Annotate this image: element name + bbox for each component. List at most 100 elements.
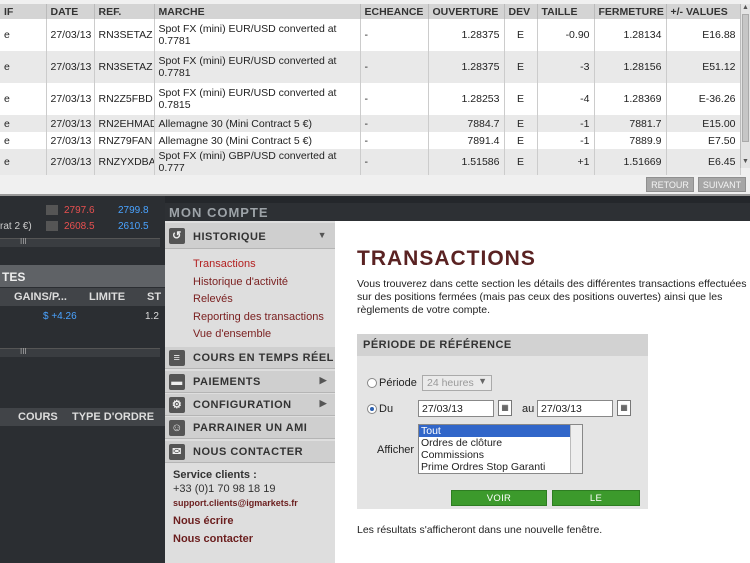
table-row[interactable]: e 27/03/13 RNZ79FAN Allemagne 30 (Mini Cont… — [0, 132, 741, 149]
periode-radio[interactable] — [367, 378, 377, 388]
sidebar-item-historique[interactable]: ↺ HISTORIQUE ▼ — [165, 223, 335, 249]
column-header-ouverture[interactable]: OUVERTURE — [428, 4, 505, 19]
cell-ouverture: 1.28375 — [428, 51, 505, 83]
voir-historique-button[interactable]: VOIR L'HISTORIQUE — [451, 490, 547, 520]
cell-values: E15.00 — [666, 115, 741, 132]
nous-ecrire-link[interactable]: Nous écrire — [173, 515, 234, 527]
column-header-dev[interactable]: DEV — [504, 4, 538, 19]
phone-number: +33 (0)1 70 98 18 19 — [173, 483, 276, 495]
column-header[interactable]: COURS — [18, 411, 58, 423]
table-header-row: IF DATE REF. MARCHE ECHEANCE OUVERTURE D… — [0, 4, 741, 19]
afficher-listbox[interactable]: Tout Ordres de clôture Commissions Prime… — [418, 424, 583, 474]
column-header[interactable]: TYPE D'ORDRE — [72, 411, 154, 423]
cell-echeance: - — [360, 83, 429, 115]
cell-if: e — [0, 132, 47, 149]
column-header[interactable]: LIMITE — [89, 291, 125, 303]
cell-ref: RNZYXDBA — [94, 149, 155, 175]
date-from-input[interactable]: 27/03/13 — [418, 400, 494, 417]
cell-marche: Allemagne 30 (Mini Contract 5 €) — [154, 115, 361, 132]
cell-date: 27/03/13 — [46, 83, 95, 115]
scroll-down-icon[interactable]: ▼ — [741, 158, 750, 165]
sidebar-item-contact[interactable]: ✉ NOUS CONTACTER — [165, 441, 335, 463]
listbox-scrollbar[interactable] — [570, 425, 582, 473]
cell-if: e — [0, 115, 47, 132]
sidebar-subitem-vue-ensemble[interactable]: Vue d'ensemble — [193, 328, 271, 340]
list-option[interactable]: Tout — [419, 425, 582, 437]
intro-text: Vous trouverez dans cette section les dé… — [357, 278, 747, 316]
chevron-down-icon: ▼ — [317, 230, 327, 240]
cell-dev: E — [504, 19, 538, 51]
scroll-up-icon[interactable]: ▲ — [741, 4, 750, 11]
chevron-right-icon: ▶ — [319, 398, 327, 408]
calendar-icon[interactable]: ▦ — [617, 400, 631, 416]
column-header-ref[interactable]: REF. — [94, 4, 155, 19]
market-row[interactable]: rat 2 €) 2608.5 2610.5 — [0, 221, 165, 234]
chevron-down-icon: ▼ — [478, 376, 487, 386]
du-radio[interactable] — [367, 404, 377, 414]
cell-date: 27/03/13 — [46, 51, 95, 83]
support-email-link[interactable]: support.clients@igmarkets.fr — [173, 498, 298, 508]
market-row[interactable]: 2797.6 2799.8 — [0, 205, 165, 218]
sidebar-subitem-transactions[interactable]: Transactions — [193, 258, 256, 270]
sidebar-subitem-releves[interactable]: Relevés — [193, 293, 233, 305]
column-header[interactable]: ST — [147, 291, 161, 303]
list-option[interactable]: Ordres de clôture — [419, 437, 582, 449]
cell-date: 27/03/13 — [46, 149, 95, 175]
sidebar-item-configuration[interactable]: ⚙ CONFIGURATION ▶ — [165, 394, 335, 416]
list-option[interactable]: Commissions — [419, 449, 582, 461]
sidebar-subitem-reporting[interactable]: Reporting des transactions — [193, 311, 324, 323]
telecharger-button[interactable]: LE TÉLÉCHARGER — [552, 490, 640, 520]
column-header-date[interactable]: DATE — [46, 4, 95, 19]
cell-if: e — [0, 19, 47, 51]
scroll-thumb[interactable] — [742, 14, 749, 142]
table-row[interactable]: e 27/03/13 RN3SETAZ Spot FX (mini) EUR/USD … — [0, 51, 741, 83]
date-to-input[interactable]: 27/03/13 — [537, 400, 613, 417]
cell-dev: E — [504, 115, 538, 132]
cell-ouverture: 7891.4 — [428, 132, 505, 149]
column-header-values[interactable]: +/- VALUES — [666, 4, 741, 19]
column-header-taille[interactable]: TAILLE — [537, 4, 595, 19]
sidebar-item-temps-reel[interactable]: ≡ COURS EN TEMPS RÉEL — [165, 347, 335, 369]
cell-taille: -1 — [537, 115, 595, 132]
list-option[interactable]: Prime Ordres Stop Garanti — [419, 461, 582, 473]
account-section-title: MON COMPTE — [165, 203, 750, 221]
cell-fermeture: 1.28369 — [594, 83, 667, 115]
cell-date: 27/03/13 — [46, 19, 95, 51]
cell-marche: Spot FX (mini) EUR/USD converted at 0.77… — [154, 19, 361, 51]
column-header[interactable]: GAINS/P... — [14, 291, 67, 303]
cell-fermeture: 7881.7 — [594, 115, 667, 132]
column-header-echeance[interactable]: ECHEANCE — [360, 4, 429, 19]
cell-values: E-36.26 — [666, 83, 741, 115]
page-title: TRANSACTIONS — [357, 247, 536, 270]
cell-ouverture: 1.51586 — [428, 149, 505, 175]
transactions-history-window: IF DATE REF. MARCHE ECHEANCE OUVERTURE D… — [0, 0, 750, 196]
table-row[interactable]: e 27/03/13 RN2Z5FBD Spot FX (mini) EUR/USD … — [0, 83, 741, 115]
calendar-icon[interactable]: ▦ — [498, 400, 512, 416]
market-panel: 2797.6 2799.8 rat 2 €) 2608.5 2610.5 III… — [0, 196, 165, 563]
sidebar-subitem-historique-activite[interactable]: Historique d'activité — [193, 276, 288, 288]
column-header-if[interactable]: IF — [0, 4, 47, 19]
buy-price: 2610.5 — [118, 221, 149, 232]
history-icon: ↺ — [169, 228, 185, 244]
vertical-scrollbar[interactable]: ▲ ▼ — [740, 4, 750, 168]
cell-dev: E — [504, 83, 538, 115]
dropdown-icon[interactable] — [46, 221, 58, 231]
horizontal-scrollbar[interactable]: III — [0, 347, 160, 357]
table-row[interactable]: e 27/03/13 RN2EHMAD Allemagne 30 (Mini Cont… — [0, 115, 741, 132]
stop-value: 1.2 — [145, 311, 159, 322]
nous-contacter-link[interactable]: Nous contacter — [173, 533, 253, 545]
suivant-button[interactable]: SUIVANT — [698, 177, 746, 192]
table-row[interactable]: e 27/03/13 RN3SETAZ Spot FX (mini) EUR/USD … — [0, 19, 741, 51]
dropdown-icon[interactable] — [46, 205, 58, 215]
column-header-marche[interactable]: MARCHE — [154, 4, 361, 19]
cell-marche: Spot FX (mini) GBP/USD converted at 0.77… — [154, 149, 361, 175]
cell-values: E6.45 — [666, 149, 741, 175]
sidebar-item-paiements[interactable]: ▬ PAIEMENTS ▶ — [165, 371, 335, 393]
sidebar-item-parrainer[interactable]: ☺ PARRAINER UN AMI — [165, 417, 335, 439]
column-header-fermeture[interactable]: FERMETURE — [594, 4, 667, 19]
cell-ref: RN2EHMAD — [94, 115, 155, 132]
periode-select[interactable]: 24 heures ▼ — [422, 375, 492, 391]
retour-button[interactable]: RETOUR — [646, 177, 694, 192]
horizontal-scrollbar[interactable]: III — [0, 237, 160, 247]
table-row[interactable]: e 27/03/13 RNZYXDBA Spot FX (mini) GBP/USD … — [0, 149, 741, 175]
